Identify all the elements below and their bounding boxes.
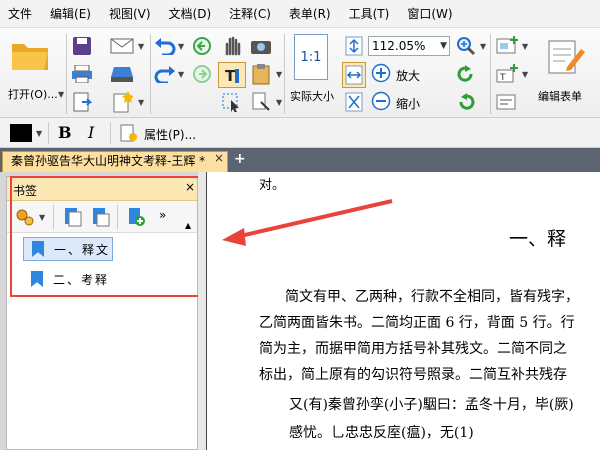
red-arrow-annotation	[222, 199, 393, 246]
